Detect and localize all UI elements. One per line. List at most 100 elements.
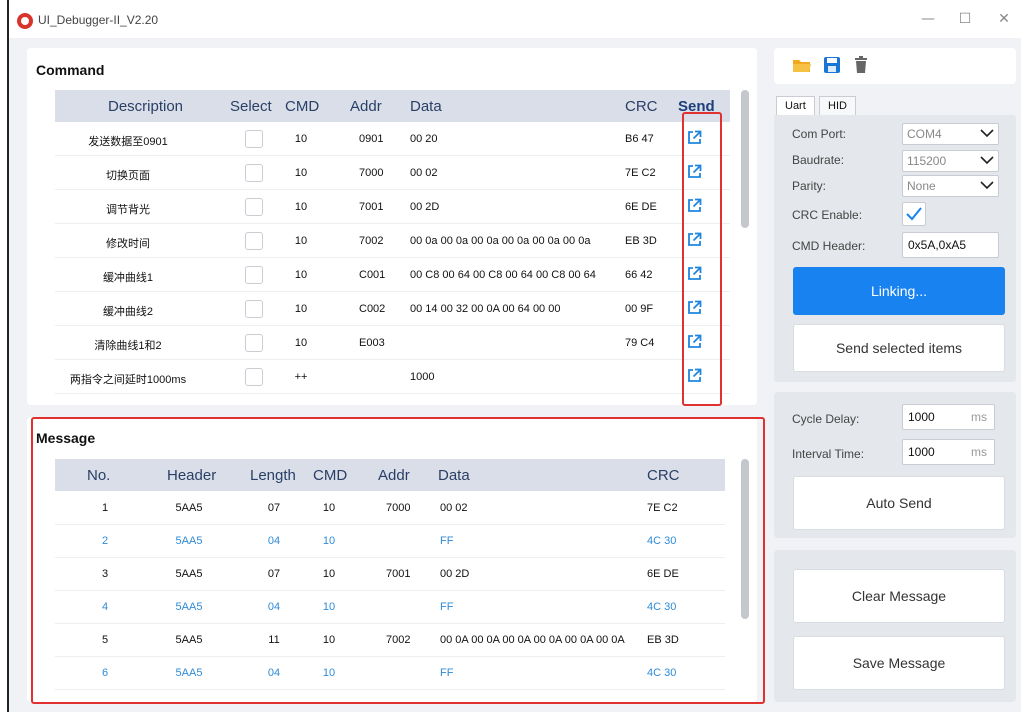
message-addr: 7002 (386, 634, 411, 646)
save-message-button[interactable]: Save Message (793, 636, 1005, 690)
command-crc: 00 9F (625, 303, 654, 315)
command-description: 调节背光 (106, 204, 150, 216)
message-length: 07 (267, 568, 281, 580)
tab-uart[interactable]: Uart (776, 96, 815, 116)
parity-label: Parity: (792, 179, 827, 193)
select-checkbox[interactable] (245, 130, 263, 148)
message-title: Message (36, 430, 96, 446)
chevron-down-icon (980, 181, 994, 190)
col-addr[interactable]: Addr (350, 98, 382, 115)
cycle-delay-input[interactable]: 1000 ms (902, 404, 995, 430)
col-msg-addr[interactable]: Addr (378, 467, 410, 484)
col-cmd[interactable]: CMD (285, 98, 319, 115)
crc-enable-checkbox[interactable] (902, 202, 926, 226)
command-row[interactable]: 修改时间 10 7002 00 0a 00 0a 00 0a 00 0a 00 0a … (55, 224, 730, 258)
command-row[interactable]: 缓冲曲线2 10 C002 00 14 00 32 00 0A 00 64 00 00… (55, 292, 730, 326)
command-data: 00 0a 00 0a 00 0a 00 0a 00 0a 00 0a (410, 235, 591, 247)
command-row[interactable]: 调节背光 10 7001 00 2D 6E DE (55, 190, 730, 224)
command-addr: C002 (359, 303, 386, 315)
external-link-icon[interactable] (687, 300, 702, 315)
select-checkbox[interactable] (245, 334, 263, 352)
col-data[interactable]: Data (410, 98, 442, 115)
command-cmd: 10 (294, 337, 308, 349)
col-header[interactable]: Header (167, 467, 216, 484)
message-scrollbar[interactable] (741, 459, 749, 619)
col-no[interactable]: No. (87, 467, 110, 484)
command-title: Command (36, 62, 105, 78)
close-button[interactable]: ✕ (994, 9, 1014, 29)
message-data: FF (440, 535, 454, 547)
col-select[interactable]: Select (230, 98, 272, 115)
command-addr: E003 (359, 337, 385, 349)
message-crc: 4C 30 (647, 601, 677, 613)
select-checkbox[interactable] (245, 198, 263, 216)
interval-time-input[interactable]: 1000 ms (902, 439, 995, 465)
command-scroll-thumb[interactable] (741, 90, 749, 228)
baudrate-select[interactable]: 115200 (902, 150, 999, 172)
select-checkbox[interactable] (245, 266, 263, 284)
maximize-button[interactable]: ☐ (955, 9, 975, 29)
external-link-icon[interactable] (687, 130, 702, 145)
interval-time-value: 1000 (908, 445, 935, 459)
external-link-icon[interactable] (687, 266, 702, 281)
message-row: 1 5AA5 07 10 7000 00 02 7E C2 (55, 491, 725, 525)
col-description[interactable]: Description (108, 98, 183, 115)
select-checkbox[interactable] (245, 164, 263, 182)
command-crc: B6 47 (625, 133, 654, 145)
parity-select[interactable]: None (902, 175, 999, 197)
command-addr: C001 (359, 269, 386, 281)
message-no: 6 (101, 667, 109, 679)
select-checkbox[interactable] (245, 368, 263, 386)
cmd-header-input[interactable]: 0x5A,0xA5 (902, 232, 999, 258)
message-scroll-thumb[interactable] (741, 459, 749, 619)
message-data: 00 0A 00 0A 00 0A 00 0A 00 0A 00 0A (440, 634, 625, 646)
message-length: 04 (267, 667, 281, 679)
message-row: 4 5AA5 04 10 FF 4C 30 (55, 590, 725, 624)
col-crc[interactable]: CRC (625, 98, 658, 115)
col-msg-cmd[interactable]: CMD (313, 467, 347, 484)
uart-settings-panel: Com Port: COM4 Baudrate: 115200 Parity: … (774, 115, 1016, 382)
cycle-delay-label: Cycle Delay: (792, 412, 860, 426)
command-data: 00 14 00 32 00 0A 00 64 00 00 (410, 303, 561, 315)
select-checkbox[interactable] (245, 300, 263, 318)
col-length[interactable]: Length (250, 467, 296, 484)
command-scrollbar[interactable] (741, 90, 749, 400)
parity-value: None (907, 179, 936, 193)
message-data: FF (440, 601, 454, 613)
folder-open-icon[interactable] (792, 56, 812, 74)
command-row[interactable]: 切换页面 10 7000 00 02 7E C2 (55, 156, 730, 190)
external-link-icon[interactable] (687, 198, 702, 213)
message-length: 04 (267, 601, 281, 613)
com-port-select[interactable]: COM4 (902, 123, 999, 145)
command-row[interactable]: 两指令之间延时1000ms ++ 1000 (55, 360, 730, 394)
tab-hid[interactable]: HID (819, 96, 856, 116)
save-icon[interactable] (823, 56, 841, 74)
clear-message-button[interactable]: Clear Message (793, 569, 1005, 623)
message-data: 00 02 (440, 502, 468, 514)
external-link-icon[interactable] (687, 368, 702, 383)
command-row[interactable]: 清除曲线1和2 10 E003 79 C4 (55, 326, 730, 360)
window-title: UI_Debugger-II_V2.20 (38, 13, 159, 27)
external-link-icon[interactable] (687, 334, 702, 349)
trash-icon[interactable] (853, 56, 869, 74)
external-link-icon[interactable] (687, 232, 702, 247)
auto-send-button[interactable]: Auto Send (793, 476, 1005, 530)
col-send[interactable]: Send (678, 98, 715, 115)
message-length: 11 (268, 634, 280, 646)
command-cmd: 10 (294, 303, 308, 315)
command-description: 两指令之间延时1000ms (69, 374, 187, 386)
col-msg-data[interactable]: Data (438, 467, 470, 484)
col-msg-crc[interactable]: CRC (647, 467, 680, 484)
command-row[interactable]: 缓冲曲线1 10 C001 00 C8 00 64 00 C8 00 64 00 C8… (55, 258, 730, 292)
linking-button[interactable]: Linking... (793, 267, 1005, 315)
select-checkbox[interactable] (245, 232, 263, 250)
command-data: 00 20 (410, 133, 438, 145)
minimize-button[interactable]: — (918, 9, 938, 29)
command-data: 00 C8 00 64 00 C8 00 64 00 C8 00 64 (410, 269, 596, 281)
message-no: 2 (101, 535, 109, 547)
message-crc: 7E C2 (647, 502, 678, 514)
command-row[interactable]: 发送数据至0901 10 0901 00 20 B6 47 (55, 122, 730, 156)
toolbar-panel (774, 48, 1016, 84)
external-link-icon[interactable] (687, 164, 702, 179)
send-selected-button[interactable]: Send selected items (793, 324, 1005, 372)
